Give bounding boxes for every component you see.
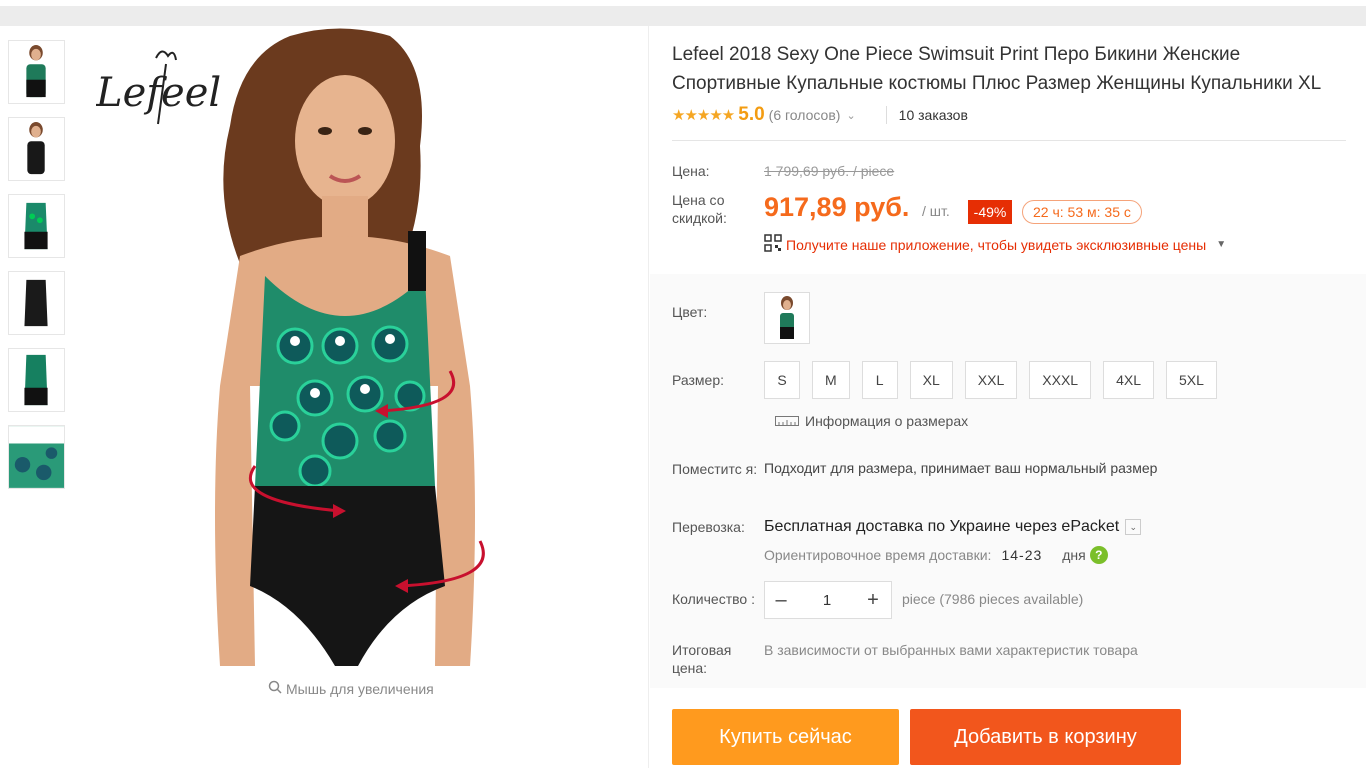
zoom-hint: Мышь для увеличения (268, 680, 434, 697)
shipping-days-unit: дня (1062, 547, 1086, 563)
votes-link[interactable]: (6 голосов) (769, 107, 841, 123)
size-options: S M L XL XXL XXXL 4XL 5XL (764, 361, 1217, 399)
size-option-s[interactable]: S (764, 361, 800, 399)
per-unit: / шт. (922, 203, 950, 219)
app-promo-text: Получите наше приложение, чтобы увидеть … (786, 236, 1207, 253)
add-to-cart-button[interactable]: Добавить в корзину (910, 709, 1181, 765)
availability-text: piece (7986 pieces available) (902, 591, 1084, 607)
quantity-increase-button[interactable]: + (857, 582, 889, 618)
brand-logo: Lefeel (95, 44, 246, 130)
quantity-input[interactable] (797, 582, 857, 618)
size-option-xxl[interactable]: XXL (964, 361, 1018, 399)
thumbnail-2[interactable] (8, 117, 65, 181)
product-title: Lefeel 2018 Sexy One Piece Swimsuit Prin… (672, 44, 1322, 94)
zoom-hint-text: Мышь для увеличения (286, 680, 434, 697)
options-panel (650, 274, 1366, 688)
thumbnail-3[interactable] (8, 194, 65, 258)
thumbnail-list (8, 40, 66, 502)
size-option-xxxl[interactable]: XXXL (1029, 361, 1092, 399)
thumbnail-4[interactable] (8, 271, 65, 335)
size-option-4xl[interactable]: 4XL (1103, 361, 1154, 399)
buy-now-button[interactable]: Купить сейчас (672, 709, 899, 765)
chevron-down-icon[interactable]: ⌄ (846, 109, 855, 122)
brand-logo-text: Lefeel (96, 70, 221, 116)
price-label: Цена: (672, 163, 710, 179)
size-info-link[interactable]: Информация о размерах (775, 413, 968, 429)
shipping-days: 14-23 (1001, 547, 1043, 563)
top-strip (0, 6, 1366, 26)
size-info-text: Информация о размерах (805, 413, 969, 429)
old-price: 1 799,69 руб. / piece (764, 163, 895, 179)
rating-score: 5.0 (738, 104, 765, 125)
shipping-method-text: Бесплатная доставка по Украине через ePa… (764, 518, 1120, 535)
total-price-note: В зависимости от выбранных вами характер… (764, 642, 1138, 658)
vertical-divider (648, 26, 649, 768)
shipping-method[interactable]: Бесплатная доставка по Украине через ePa… (764, 518, 1142, 536)
size-option-l[interactable]: L (861, 361, 898, 399)
size-option-5xl[interactable]: 5XL (1166, 361, 1217, 399)
quantity-decrease-button[interactable]: – (765, 582, 797, 618)
size-option-xl[interactable]: XL (909, 361, 953, 399)
top-bar (0, 0, 1366, 26)
shipping-time: Ориентировочное время доставки: 14-23 дн… (764, 546, 1108, 564)
countdown-timer: 22 ч: 53 м: 35 с (1022, 200, 1142, 224)
shipping-time-label: Ориентировочное время доставки: (764, 547, 992, 563)
thumbnail-1[interactable] (8, 40, 65, 104)
search-icon (268, 680, 282, 697)
star-rating-icon: ★★★★★ (672, 107, 735, 124)
thumbnail-6[interactable] (8, 425, 65, 489)
help-icon[interactable]: ? (1089, 546, 1108, 564)
thumbnail-5[interactable] (8, 348, 65, 412)
new-price: 917,89 руб. (764, 192, 910, 222)
discount-badge: -49% (968, 200, 1012, 224)
fit-text: Подходит для размера, принимает ваш норм… (764, 460, 1158, 476)
color-label: Цвет: (672, 304, 708, 320)
qr-code-icon (764, 234, 782, 255)
rating-row: ★★★★★ 5.0 (6 голосов) ⌄ 10 заказов (672, 104, 968, 126)
caret-down-icon: ▼ (1216, 239, 1227, 250)
quantity-label: Количество : (672, 591, 755, 607)
app-promo-link[interactable]: Получите наше приложение, чтобы увидеть … (764, 234, 1226, 255)
total-price-label: Итоговая цена: (672, 642, 732, 676)
discount-price-label: Цена со скидкой: (672, 192, 727, 226)
rating-separator (885, 106, 887, 124)
ruler-icon (775, 413, 799, 429)
size-option-m[interactable]: M (812, 361, 850, 399)
color-swatch[interactable] (764, 292, 810, 344)
title-divider (672, 140, 1346, 141)
shipping-label: Перевозка: (672, 519, 745, 535)
fit-label: Поместитс я: (672, 461, 758, 477)
quantity-stepper: – + (764, 581, 892, 619)
orders-count: 10 заказов (898, 107, 968, 123)
size-label: Размер: (672, 372, 725, 388)
shipping-dropdown-icon[interactable]: ⌄ (1125, 519, 1142, 535)
